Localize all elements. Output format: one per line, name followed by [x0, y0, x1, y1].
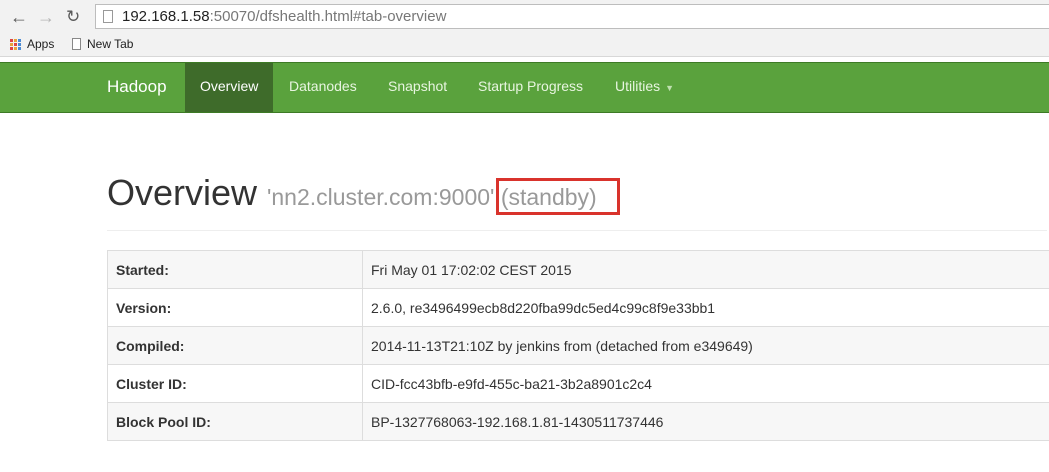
row-key: Cluster ID:	[107, 364, 363, 403]
row-value: BP-1327768063-192.168.1.81-1430511737446	[362, 402, 1049, 441]
state-highlight-box	[496, 178, 620, 215]
row-key: Version:	[107, 288, 363, 327]
page-title: Overview	[107, 172, 258, 213]
page-icon	[72, 38, 81, 50]
table-row: Version: 2.6.0, re3496499ecb8d220fba99dc…	[107, 288, 1049, 327]
row-key: Compiled:	[107, 326, 363, 365]
bookmark-label: Apps	[27, 37, 55, 51]
bookmark-new-tab[interactable]: New Tab	[72, 37, 133, 51]
top-navbar: Hadoop Overview Datanodes Snapshot Start…	[0, 62, 1049, 113]
bookmark-apps[interactable]: Apps	[10, 37, 54, 51]
tab-utilities-label: Utilities	[615, 78, 661, 94]
address-bar[interactable]: 192.168.1.58:50070/dfshealth.html#tab-ov…	[95, 4, 1049, 29]
table-row: Started: Fri May 01 17:02:02 CEST 2015	[107, 250, 1049, 289]
overview-table: Started: Fri May 01 17:02:02 CEST 2015 V…	[107, 250, 1049, 441]
reload-icon[interactable]: ↻	[66, 7, 80, 27]
url-path: :50070/dfshealth.html#tab-overview	[209, 8, 447, 25]
row-key: Block Pool ID:	[107, 402, 363, 441]
brand-link[interactable]: Hadoop	[107, 63, 167, 112]
namenode-host: 'nn2.cluster.com:9000'	[267, 184, 495, 210]
row-value: Fri May 01 17:02:02 CEST 2015	[362, 250, 1049, 289]
bookmarks-bar: Apps New Tab	[0, 35, 1049, 57]
tab-startup-progress[interactable]: Startup Progress	[463, 63, 598, 112]
page-icon	[103, 10, 113, 23]
url-host: 192.168.1.58	[122, 8, 210, 25]
bookmark-label: New Tab	[87, 37, 134, 51]
browser-toolbar: ← → ↻ 192.168.1.58:50070/dfshealth.html#…	[0, 0, 1049, 35]
chevron-down-icon: ▼	[665, 83, 675, 93]
table-row: Compiled: 2014-11-13T21:10Z by jenkins f…	[107, 326, 1049, 365]
table-row: Cluster ID: CID-fcc43bfb-e9fd-455c-ba21-…	[107, 364, 1049, 403]
apps-grid-icon	[10, 38, 21, 50]
row-value: CID-fcc43bfb-e9fd-455c-ba21-3b2a8901c2c4	[362, 364, 1049, 403]
row-key: Started:	[107, 250, 363, 289]
back-arrow-icon[interactable]: ←	[10, 7, 28, 28]
row-value: 2014-11-13T21:10Z by jenkins from (detac…	[362, 326, 1049, 365]
tab-overview[interactable]: Overview	[185, 63, 274, 112]
tab-utilities[interactable]: Utilities ▼	[600, 63, 689, 112]
forward-arrow-icon[interactable]: →	[37, 7, 55, 28]
tab-snapshot[interactable]: Snapshot	[373, 63, 462, 112]
row-value: 2.6.0, re3496499ecb8d220fba99dc5ed4c99c8…	[362, 288, 1049, 327]
table-row: Block Pool ID: BP-1327768063-192.168.1.8…	[107, 402, 1049, 441]
tab-datanodes[interactable]: Datanodes	[274, 63, 372, 112]
